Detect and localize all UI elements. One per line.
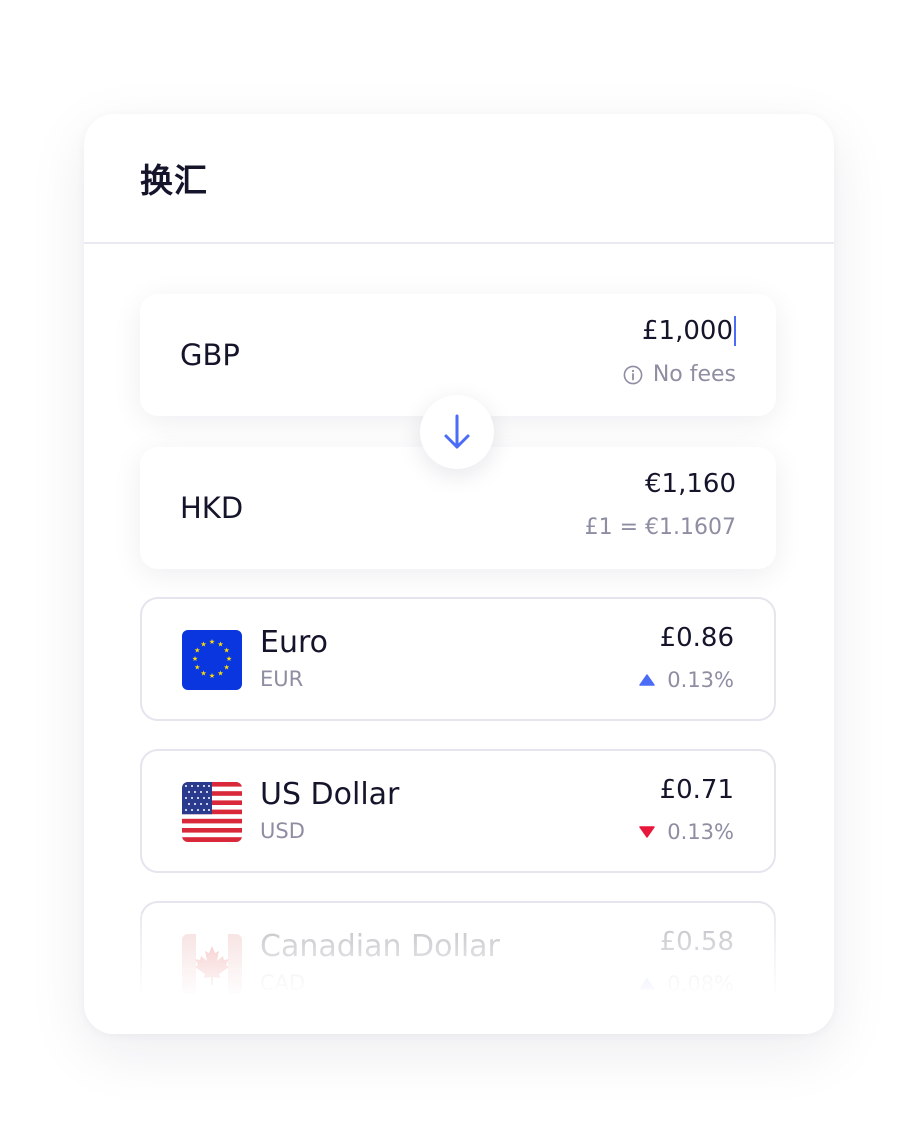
rate-change-value: 0.08% xyxy=(667,972,734,996)
us-flag-icon xyxy=(182,782,242,842)
svg-text:★: ★ xyxy=(226,655,232,663)
svg-text:★: ★ xyxy=(192,655,198,663)
info-icon xyxy=(623,365,643,384)
arrow-down-icon xyxy=(444,414,470,449)
rate-change: 0.08% xyxy=(639,972,734,996)
currency-name: Canadian Dollar xyxy=(260,929,500,964)
trend-down-icon xyxy=(639,826,656,838)
page-title: 换汇 xyxy=(140,161,208,200)
svg-text:★: ★ xyxy=(217,670,223,678)
currency-rate: £0.58 xyxy=(659,927,734,957)
currency-name: Euro xyxy=(260,625,328,660)
from-currency-code[interactable]: GBP xyxy=(180,338,240,372)
currency-code: CAD xyxy=(260,971,306,995)
rate-row-usd[interactable]: US Dollar USD £0.71 0.13% xyxy=(140,749,776,873)
eu-flag-icon: ★ ★ ★ ★ ★ ★ ★ ★ ★ ★ ★ ★ xyxy=(182,630,242,690)
rate-change-value: 0.13% xyxy=(667,820,734,844)
rate-change: 0.13% xyxy=(639,820,734,844)
currency-rate: £0.86 xyxy=(659,623,734,653)
svg-text:★: ★ xyxy=(224,647,230,655)
trend-up-icon xyxy=(639,674,656,686)
text-caret xyxy=(734,316,736,346)
rate-change-value: 0.13% xyxy=(667,668,734,692)
currency-name: US Dollar xyxy=(260,777,400,812)
currency-code: USD xyxy=(260,819,305,843)
svg-text:★: ★ xyxy=(194,664,200,672)
rate-row-eur[interactable]: ★ ★ ★ ★ ★ ★ ★ ★ ★ ★ ★ ★ Euro EUR £0.86 0… xyxy=(140,597,776,721)
rate-row-cad[interactable]: Canadian Dollar CAD £0.58 0.08% xyxy=(140,901,776,1025)
swap-currencies-button[interactable] xyxy=(420,395,494,469)
currency-code: EUR xyxy=(260,667,304,691)
svg-text:★: ★ xyxy=(209,638,215,646)
svg-text:★: ★ xyxy=(200,640,206,648)
ca-flag-icon xyxy=(182,934,242,994)
from-amount-value: £1,000 xyxy=(642,316,733,346)
from-amount-input[interactable]: £1,000 xyxy=(642,316,736,346)
fee-note: No fees xyxy=(623,362,736,387)
card-header: 换汇 xyxy=(84,114,834,244)
svg-text:★: ★ xyxy=(200,670,206,678)
currency-exchange-card: 换汇 GBP £1,000 No fees HKD €1,160 £1 = €1… xyxy=(84,114,834,1034)
svg-text:★: ★ xyxy=(209,672,215,680)
currency-rate: £0.71 xyxy=(659,775,734,805)
exchange-rate-label: £1 = €1.1607 xyxy=(584,515,736,540)
svg-text:★: ★ xyxy=(224,664,230,672)
fee-note-label: No fees xyxy=(652,362,736,387)
trend-up-icon xyxy=(639,978,656,990)
to-currency-code[interactable]: HKD xyxy=(180,491,243,525)
rate-change: 0.13% xyxy=(639,668,734,692)
to-amount-value: €1,160 xyxy=(645,469,736,499)
